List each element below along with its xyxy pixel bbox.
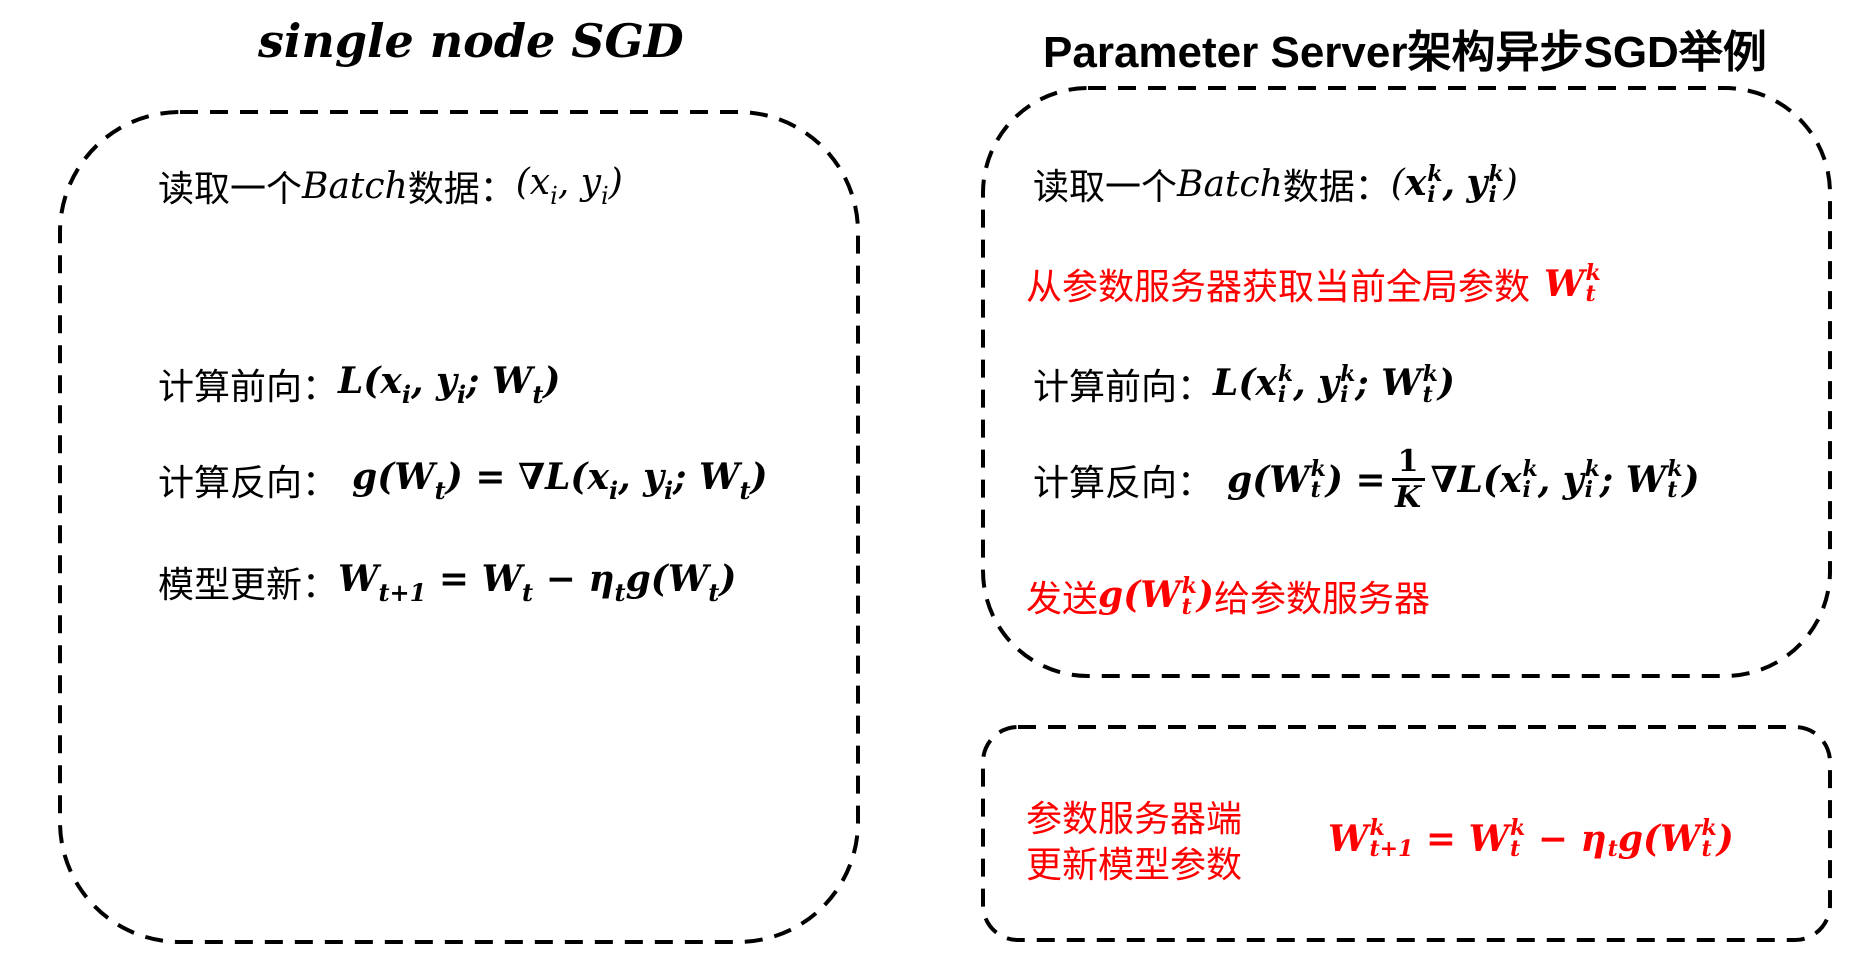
right-read-batch-step: 读取一个 Batch 数据： (x k i, y k i)	[1033, 158, 1518, 210]
forward-label: 计算前向：	[1033, 367, 1214, 408]
left-forward-step: 计算前向： L(xi, yi; Wt)	[158, 358, 560, 410]
server-label-line-2: 更新模型参数	[1026, 845, 1243, 886]
batch-word: Batch	[1177, 163, 1283, 205]
one-over-k-fraction: 1K	[1391, 445, 1425, 514]
read-formula: (xi, yi)	[515, 162, 623, 210]
backward-label: 计算反向：	[158, 463, 339, 504]
right-backward-step: 计算反向： g(W k t) = 1K ∇L(x k i, y k i; Wk t)	[1033, 445, 1699, 514]
fetch-label: 从参数服务器获取当前全局参数	[1026, 267, 1531, 308]
read-formula: (x k i, y k i)	[1390, 161, 1518, 209]
right-forward-step: 计算前向： L(x k i, y k i; Wk t)	[1033, 358, 1455, 410]
batch-word: Batch	[302, 165, 408, 207]
forward-label: 计算前向：	[158, 367, 339, 408]
backward-label: 计算反向：	[1033, 462, 1214, 504]
left-update-step: 模型更新： Wt+1 = Wt − ηtg(Wt)	[158, 556, 736, 608]
server-label-line-1: 参数服务器端	[1026, 799, 1243, 840]
send-formula: g(W k t)	[1098, 573, 1214, 621]
read-suffix: 数据：	[1282, 167, 1391, 208]
left-backward-step: 计算反向： g(Wt) = ∇L(xi, yi; Wt)	[158, 454, 768, 506]
server-update-formula: Wk t+1 = Wkt − η t g(W k t)	[1328, 815, 1734, 862]
forward-formula: L(x k i, y k i; Wk t)	[1213, 361, 1455, 409]
backward-formula: g(W k t) = 1K ∇L(x k i, y k i; Wk t)	[1227, 444, 1700, 515]
read-suffix: 数据：	[407, 169, 516, 210]
send-gradient-step: 发送 g(W k t) 给参数服务器	[1026, 570, 1430, 622]
left-read-batch-step: 读取一个 Batch 数据： (xi, yi)	[158, 160, 623, 212]
fetch-formula: W	[1544, 263, 1585, 305]
read-label: 读取一个	[158, 169, 303, 210]
fetch-params-step: 从参数服务器获取当前全局参数 Wkt	[1026, 258, 1601, 310]
update-formula: Wt+1 = Wt − ηtg(Wt)	[338, 557, 737, 607]
backward-formula: g(Wt) = ∇L(xi, yi; Wt)	[352, 455, 768, 505]
forward-formula: L(xi, yi; Wt)	[338, 359, 561, 409]
read-label: 读取一个	[1033, 167, 1178, 208]
send-suffix: 给参数服务器	[1213, 579, 1430, 620]
update-label: 模型更新：	[158, 565, 339, 606]
send-prefix: 发送	[1026, 579, 1099, 620]
single-node-frame	[58, 110, 860, 944]
server-label: 参数服务器端 更新模型参数	[1026, 797, 1242, 889]
